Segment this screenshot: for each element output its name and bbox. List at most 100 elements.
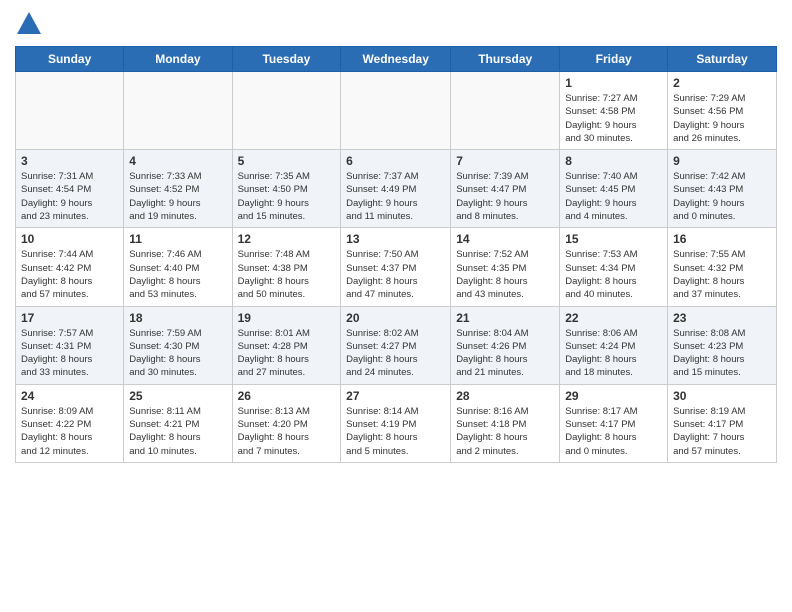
day-number: 24 — [21, 389, 118, 403]
calendar-cell: 20 Sunrise: 8:02 AM Sunset: 4:27 PM Dayli… — [341, 306, 451, 384]
day-info: Sunrise: 7:50 AM Sunset: 4:37 PM Dayligh… — [346, 248, 445, 301]
calendar-cell: 21 Sunrise: 8:04 AM Sunset: 4:26 PM Dayli… — [451, 306, 560, 384]
day-info: Sunrise: 7:31 AM Sunset: 4:54 PM Dayligh… — [21, 170, 118, 223]
day-info: Sunrise: 7:48 AM Sunset: 4:38 PM Dayligh… — [238, 248, 336, 301]
calendar-cell: 5 Sunrise: 7:35 AM Sunset: 4:50 PM Daylig… — [232, 150, 341, 228]
day-number: 5 — [238, 154, 336, 168]
day-number: 1 — [565, 76, 662, 90]
calendar-cell: 30 Sunrise: 8:19 AM Sunset: 4:17 PM Dayli… — [668, 384, 777, 462]
calendar-cell: 2Sunrise: 7:29 AM Sunset: 4:56 PM Daylig… — [668, 72, 777, 150]
day-number: 3 — [21, 154, 118, 168]
calendar-cell: 10 Sunrise: 7:44 AM Sunset: 4:42 PM Dayli… — [16, 228, 124, 306]
day-number: 23 — [673, 311, 771, 325]
day-number: 30 — [673, 389, 771, 403]
header — [15, 10, 777, 38]
calendar-cell: 19 Sunrise: 8:01 AM Sunset: 4:28 PM Dayli… — [232, 306, 341, 384]
day-info: Sunrise: 8:06 AM Sunset: 4:24 PM Dayligh… — [565, 327, 662, 380]
calendar-cell — [16, 72, 124, 150]
day-number: 17 — [21, 311, 118, 325]
day-info: Sunrise: 8:19 AM Sunset: 4:17 PM Dayligh… — [673, 405, 771, 458]
calendar-cell: 13 Sunrise: 7:50 AM Sunset: 4:37 PM Dayli… — [341, 228, 451, 306]
day-number: 25 — [129, 389, 226, 403]
logo — [15, 10, 43, 38]
day-number: 10 — [21, 232, 118, 246]
calendar-cell — [341, 72, 451, 150]
calendar-cell: 6 Sunrise: 7:37 AM Sunset: 4:49 PM Daylig… — [341, 150, 451, 228]
calendar-cell: 24 Sunrise: 8:09 AM Sunset: 4:22 PM Dayli… — [16, 384, 124, 462]
day-info: Sunrise: 8:09 AM Sunset: 4:22 PM Dayligh… — [21, 405, 118, 458]
weekday-header: Tuesday — [232, 47, 341, 72]
calendar-row: 24 Sunrise: 8:09 AM Sunset: 4:22 PM Dayli… — [16, 384, 777, 462]
day-number: 28 — [456, 389, 554, 403]
day-number: 18 — [129, 311, 226, 325]
calendar-cell: 14 Sunrise: 7:52 AM Sunset: 4:35 PM Dayli… — [451, 228, 560, 306]
day-number: 22 — [565, 311, 662, 325]
day-info: Sunrise: 7:52 AM Sunset: 4:35 PM Dayligh… — [456, 248, 554, 301]
day-info: Sunrise: 8:17 AM Sunset: 4:17 PM Dayligh… — [565, 405, 662, 458]
calendar-cell: 18 Sunrise: 7:59 AM Sunset: 4:30 PM Dayli… — [124, 306, 232, 384]
day-number: 29 — [565, 389, 662, 403]
day-info: Sunrise: 7:27 AM Sunset: 4:58 PM Dayligh… — [565, 92, 662, 145]
day-info: Sunrise: 8:02 AM Sunset: 4:27 PM Dayligh… — [346, 327, 445, 380]
day-info: Sunrise: 7:37 AM Sunset: 4:49 PM Dayligh… — [346, 170, 445, 223]
day-info: Sunrise: 7:46 AM Sunset: 4:40 PM Dayligh… — [129, 248, 226, 301]
day-info: Sunrise: 8:13 AM Sunset: 4:20 PM Dayligh… — [238, 405, 336, 458]
day-number: 14 — [456, 232, 554, 246]
calendar-cell: 28Sunrise: 8:16 AM Sunset: 4:18 PM Dayli… — [451, 384, 560, 462]
day-number: 20 — [346, 311, 445, 325]
calendar-cell: 22 Sunrise: 8:06 AM Sunset: 4:24 PM Dayli… — [560, 306, 668, 384]
day-number: 9 — [673, 154, 771, 168]
day-number: 6 — [346, 154, 445, 168]
calendar-cell: 8 Sunrise: 7:40 AM Sunset: 4:45 PM Daylig… — [560, 150, 668, 228]
day-number: 19 — [238, 311, 336, 325]
calendar-cell: 4Sunrise: 7:33 AM Sunset: 4:52 PM Daylig… — [124, 150, 232, 228]
calendar-cell: 26 Sunrise: 8:13 AM Sunset: 4:20 PM Dayli… — [232, 384, 341, 462]
calendar-cell: 25 Sunrise: 8:11 AM Sunset: 4:21 PM Dayli… — [124, 384, 232, 462]
calendar-cell: 9 Sunrise: 7:42 AM Sunset: 4:43 PM Daylig… — [668, 150, 777, 228]
day-number: 2 — [673, 76, 771, 90]
weekday-header: Friday — [560, 47, 668, 72]
calendar-cell: 16Sunrise: 7:55 AM Sunset: 4:32 PM Dayli… — [668, 228, 777, 306]
calendar-cell: 23 Sunrise: 8:08 AM Sunset: 4:23 PM Dayli… — [668, 306, 777, 384]
weekday-header: Wednesday — [341, 47, 451, 72]
day-info: Sunrise: 7:35 AM Sunset: 4:50 PM Dayligh… — [238, 170, 336, 223]
calendar-cell: 1 Sunrise: 7:27 AM Sunset: 4:58 PM Daylig… — [560, 72, 668, 150]
day-info: Sunrise: 8:14 AM Sunset: 4:19 PM Dayligh… — [346, 405, 445, 458]
logo-icon — [15, 10, 43, 38]
day-info: Sunrise: 7:40 AM Sunset: 4:45 PM Dayligh… — [565, 170, 662, 223]
day-info: Sunrise: 7:44 AM Sunset: 4:42 PM Dayligh… — [21, 248, 118, 301]
calendar-cell: 12 Sunrise: 7:48 AM Sunset: 4:38 PM Dayli… — [232, 228, 341, 306]
day-info: Sunrise: 8:08 AM Sunset: 4:23 PM Dayligh… — [673, 327, 771, 380]
day-info: Sunrise: 7:57 AM Sunset: 4:31 PM Dayligh… — [21, 327, 118, 380]
calendar-row: 17 Sunrise: 7:57 AM Sunset: 4:31 PM Dayli… — [16, 306, 777, 384]
day-number: 8 — [565, 154, 662, 168]
calendar-cell — [451, 72, 560, 150]
day-number: 11 — [129, 232, 226, 246]
day-number: 15 — [565, 232, 662, 246]
calendar-cell: 11 Sunrise: 7:46 AM Sunset: 4:40 PM Dayli… — [124, 228, 232, 306]
weekday-header: Sunday — [16, 47, 124, 72]
day-number: 12 — [238, 232, 336, 246]
day-number: 7 — [456, 154, 554, 168]
day-info: Sunrise: 7:59 AM Sunset: 4:30 PM Dayligh… — [129, 327, 226, 380]
weekday-header: Thursday — [451, 47, 560, 72]
day-info: Sunrise: 8:04 AM Sunset: 4:26 PM Dayligh… — [456, 327, 554, 380]
day-info: Sunrise: 8:11 AM Sunset: 4:21 PM Dayligh… — [129, 405, 226, 458]
day-info: Sunrise: 7:42 AM Sunset: 4:43 PM Dayligh… — [673, 170, 771, 223]
calendar-cell: 15 Sunrise: 7:53 AM Sunset: 4:34 PM Dayli… — [560, 228, 668, 306]
calendar-row: 10 Sunrise: 7:44 AM Sunset: 4:42 PM Dayli… — [16, 228, 777, 306]
calendar-cell — [232, 72, 341, 150]
day-info: Sunrise: 8:01 AM Sunset: 4:28 PM Dayligh… — [238, 327, 336, 380]
day-number: 21 — [456, 311, 554, 325]
day-info: Sunrise: 7:33 AM Sunset: 4:52 PM Dayligh… — [129, 170, 226, 223]
day-number: 13 — [346, 232, 445, 246]
calendar-row: 3 Sunrise: 7:31 AM Sunset: 4:54 PM Daylig… — [16, 150, 777, 228]
weekday-header: Monday — [124, 47, 232, 72]
calendar-cell: 27 Sunrise: 8:14 AM Sunset: 4:19 PM Dayli… — [341, 384, 451, 462]
day-number: 27 — [346, 389, 445, 403]
calendar-cell — [124, 72, 232, 150]
calendar-row: 1 Sunrise: 7:27 AM Sunset: 4:58 PM Daylig… — [16, 72, 777, 150]
day-number: 26 — [238, 389, 336, 403]
day-info: Sunrise: 7:53 AM Sunset: 4:34 PM Dayligh… — [565, 248, 662, 301]
weekday-header-row: SundayMondayTuesdayWednesdayThursdayFrid… — [16, 47, 777, 72]
